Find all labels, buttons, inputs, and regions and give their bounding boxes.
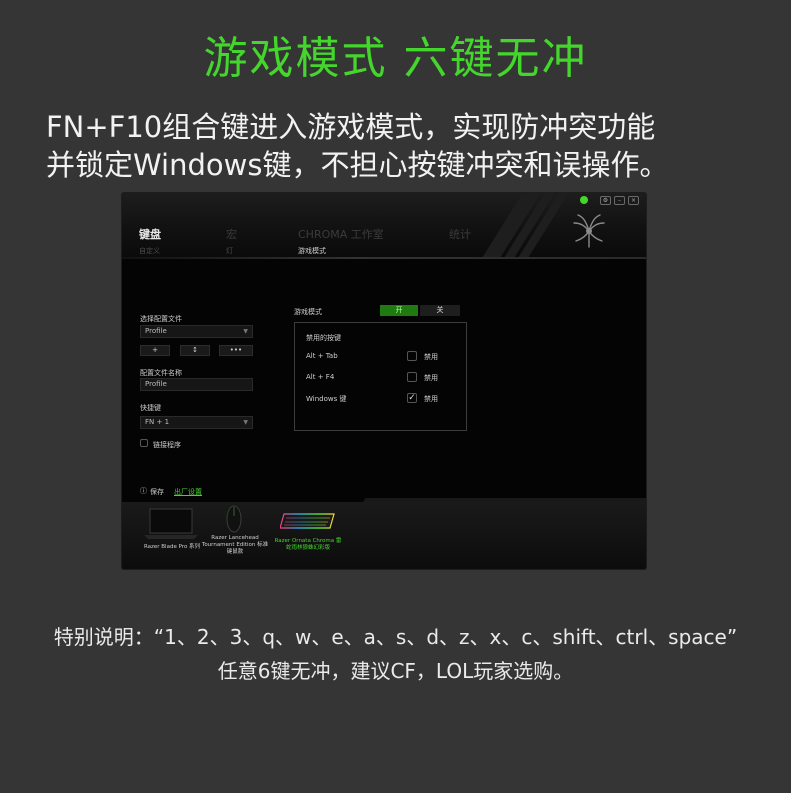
tab-keyboard[interactable]: 键盘	[139, 226, 161, 242]
device-mouse[interactable]	[224, 504, 244, 534]
intro-line-2: 并锁定Windows键，不担心按键冲突和误操作。	[46, 148, 669, 182]
razer-logo-icon	[573, 214, 605, 248]
laptop-icon	[144, 508, 198, 539]
device-name-keyboard: Razer Ornata Chroma 雷蛇雨林狼蛛幻彩版	[274, 538, 342, 551]
subtab-game-mode[interactable]: 游戏模式	[298, 246, 326, 256]
special-note: 特别说明：“1、2、3、q、w、e、a、s、d、z、x、c、shift、ctrl…	[0, 620, 791, 688]
key-alt-f4-label: Alt + F4	[306, 373, 335, 381]
info-icon: ⓘ	[140, 487, 147, 495]
alt-f4-option: 禁用	[424, 374, 438, 382]
shortcut-dropdown[interactable]: FN + 1 ▼	[140, 416, 253, 429]
key-alt-tab-label: Alt + Tab	[306, 352, 338, 360]
chevron-down-icon: ▼	[243, 328, 248, 335]
synapse-window: ⚙ – × 键盘 宏 CHROMA 工作室 统计 自定义 灯 游戏模式 选择配置…	[122, 193, 646, 569]
shortcut-dropdown-value: FN + 1	[145, 418, 170, 426]
status-indicator-icon	[580, 196, 588, 204]
windows-key-checkbox[interactable]: ✓	[407, 393, 417, 403]
subtab-divider	[122, 257, 646, 259]
window-controls: ⚙ – ×	[600, 196, 639, 205]
shortcut-label: 快捷键	[140, 404, 161, 412]
mouse-icon	[226, 505, 242, 533]
note-line-1: 特别说明：“1、2、3、q、w、e、a、s、d、z、x、c、shift、ctrl…	[53, 625, 738, 649]
game-mode-on-toggle[interactable]: 开	[380, 305, 418, 316]
device-name-mouse: Razer Lancehead Tournament Edition 标准键鼠款	[201, 535, 269, 555]
device-keyboard[interactable]	[279, 512, 336, 532]
factory-reset-link[interactable]: 出厂设置	[174, 487, 202, 497]
alt-tab-checkbox[interactable]	[407, 351, 417, 361]
game-mode-off-toggle[interactable]: 关	[420, 305, 460, 316]
tab-stats[interactable]: 统计	[449, 226, 471, 242]
save-label: 保存	[150, 488, 164, 496]
disabled-keys-panel: 禁用的按键 Alt + Tab 禁用 Alt + F4 禁用 Windows 键…	[294, 322, 467, 431]
tab-macro[interactable]: 宏	[226, 226, 237, 242]
subtab-lighting[interactable]: 灯	[226, 246, 233, 256]
intro-line-1: FN+F10组合键进入游戏模式，实现防冲突功能	[46, 110, 656, 144]
keyboard-icon	[279, 513, 335, 529]
note-line-2: 任意6键无冲，建议CF，LOL玩家选购。	[217, 659, 574, 683]
game-mode-label: 游戏模式	[294, 308, 322, 316]
windows-key-option: 禁用	[424, 395, 438, 403]
link-program-label: 链接程序	[153, 441, 181, 449]
add-profile-button[interactable]: +	[140, 345, 170, 356]
settings-icon[interactable]: ⚙	[600, 196, 611, 205]
more-options-button[interactable]: •••	[219, 345, 253, 356]
headline: 游戏模式 六键无冲	[203, 33, 588, 84]
disabled-keys-title: 禁用的按键	[306, 334, 341, 342]
device-name-laptop: Razer Blade Pro 系列	[143, 544, 201, 550]
close-icon[interactable]: ×	[628, 196, 639, 205]
device-laptop[interactable]	[140, 507, 202, 547]
profile-dropdown-value: Profile	[145, 327, 167, 335]
device-bar: Razer Blade Pro 系列 Razer Lancehead Tourn…	[122, 502, 646, 569]
minimize-icon[interactable]: –	[614, 196, 625, 205]
alt-f4-checkbox[interactable]	[407, 372, 417, 382]
intro-text: FN+F10组合键进入游戏模式，实现防冲突功能 并锁定Windows键，不担心按…	[46, 108, 766, 184]
chevron-down-icon: ▼	[243, 419, 248, 426]
profile-name-input[interactable]: Profile	[140, 378, 253, 391]
profile-select-label: 选择配置文件	[140, 315, 182, 323]
key-windows-label: Windows 键	[306, 395, 347, 403]
alt-tab-option: 禁用	[424, 353, 438, 361]
link-program-checkbox[interactable]	[140, 439, 148, 447]
profile-dropdown[interactable]: Profile ▼	[140, 325, 253, 338]
tab-chroma-studio[interactable]: CHROMA 工作室	[298, 226, 384, 242]
profile-name-label: 配置文件名称	[140, 369, 182, 377]
subtab-customize[interactable]: 自定义	[139, 246, 160, 256]
import-profile-button[interactable]: ↕	[180, 345, 210, 356]
